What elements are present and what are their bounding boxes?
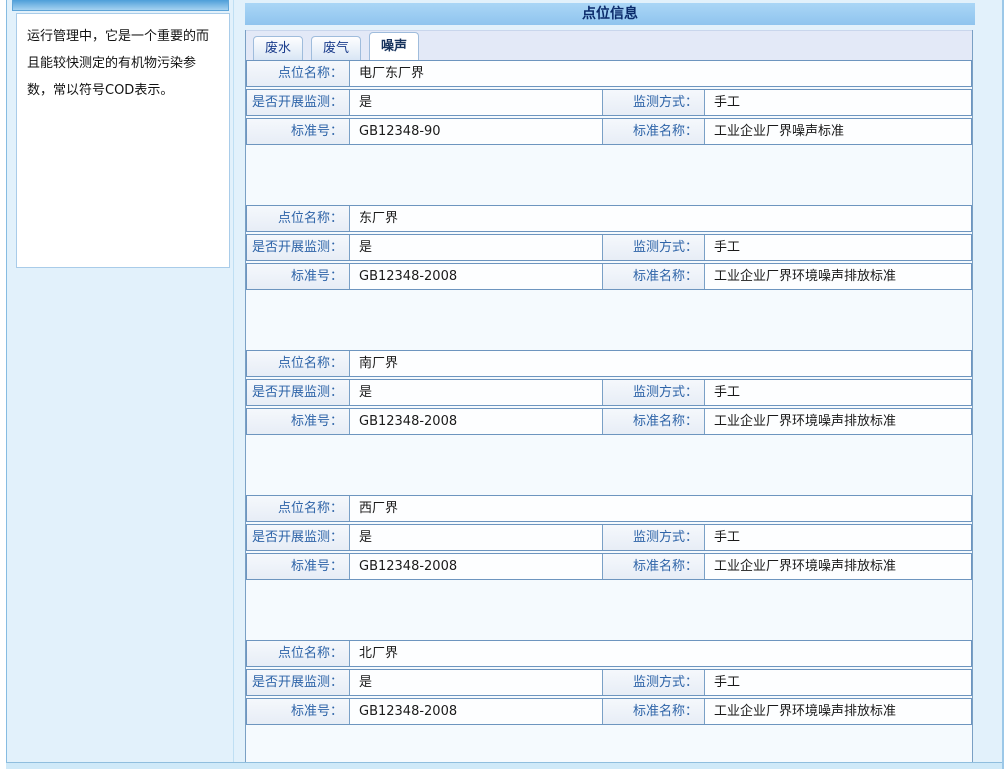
- method-value: 手工: [705, 235, 971, 260]
- point-name-label: 点位名称：: [247, 61, 350, 86]
- point-name-row: 点位名称： 南厂界: [246, 350, 972, 377]
- standard-name-value: 工业企业厂界噪声标准: [705, 119, 971, 144]
- standard-name-label: 标准名称：: [602, 554, 705, 579]
- standard-name-label: 标准名称：: [602, 699, 705, 724]
- point-block: 点位名称： 南厂界 是否开展监测： 是 监测方式： 手工 标准号： GB1234…: [246, 350, 972, 435]
- method-value: 手工: [705, 90, 971, 115]
- standard-no-value: GB12348-2008: [350, 554, 602, 579]
- point-name-label: 点位名称：: [247, 496, 350, 521]
- method-value: 手工: [705, 525, 971, 550]
- sidebar-title-strip: [12, 0, 229, 11]
- point-name-row: 点位名称： 东厂界: [246, 205, 972, 232]
- standard-no-label: 标准号：: [247, 119, 350, 144]
- point-name-value: 东厂界: [350, 206, 971, 231]
- point-name-value: 西厂界: [350, 496, 971, 521]
- monitoring-label: 是否开展监测：: [247, 525, 350, 550]
- point-name-value: 北厂界: [350, 641, 971, 666]
- frame-divider: [233, 0, 234, 762]
- monitoring-label: 是否开展监测：: [247, 380, 350, 405]
- standard-no-value: GB12348-2008: [350, 264, 602, 289]
- standard-row: 标准号： GB12348-2008 标准名称： 工业企业厂界环境噪声排放标准: [246, 698, 972, 725]
- standard-name-value: 工业企业厂界环境噪声排放标准: [705, 409, 971, 434]
- monitoring-row: 是否开展监测： 是 监测方式： 手工: [246, 234, 972, 261]
- standard-row: 标准号： GB12348-90 标准名称： 工业企业厂界噪声标准: [246, 118, 972, 145]
- point-block: 点位名称： 电厂东厂界 是否开展监测： 是 监测方式： 手工 标准号： GB12…: [246, 60, 972, 145]
- standard-row: 标准号： GB12348-2008 标准名称： 工业企业厂界环境噪声排放标准: [246, 553, 972, 580]
- standard-row: 标准号： GB12348-2008 标准名称： 工业企业厂界环境噪声排放标准: [246, 263, 972, 290]
- tab-wastegas[interactable]: 废气: [311, 36, 361, 60]
- point-name-label: 点位名称：: [247, 641, 350, 666]
- monitoring-label: 是否开展监测：: [247, 235, 350, 260]
- standard-no-label: 标准号：: [247, 409, 350, 434]
- standard-name-value: 工业企业厂界环境噪声排放标准: [705, 554, 971, 579]
- point-blocks: 点位名称： 电厂东厂界 是否开展监测： 是 监测方式： 手工 标准号： GB12…: [246, 60, 972, 725]
- monitoring-row: 是否开展监测： 是 监测方式： 手工: [246, 379, 972, 406]
- point-name-row: 点位名称： 电厂东厂界: [246, 60, 972, 87]
- page-right-border: [1002, 0, 1004, 769]
- standard-name-label: 标准名称：: [602, 409, 705, 434]
- point-name-row: 点位名称： 北厂界: [246, 640, 972, 667]
- monitoring-label: 是否开展监测：: [247, 90, 350, 115]
- standard-no-value: GB12348-2008: [350, 699, 602, 724]
- monitoring-row: 是否开展监测： 是 监测方式： 手工: [246, 524, 972, 551]
- standard-no-value: GB12348-90: [350, 119, 602, 144]
- standard-name-label: 标准名称：: [602, 264, 705, 289]
- sidebar-info-text: 运行管理中，它是一个重要的而且能较快测定的有机物污染参数，常以符号COD表示。: [27, 29, 209, 98]
- standard-no-label: 标准号：: [247, 699, 350, 724]
- point-name-value: 南厂界: [350, 351, 971, 376]
- standard-no-value: GB12348-2008: [350, 409, 602, 434]
- bottom-strip: [6, 762, 1002, 769]
- method-label: 监测方式：: [602, 670, 705, 695]
- method-label: 监测方式：: [602, 380, 705, 405]
- standard-no-label: 标准号：: [247, 554, 350, 579]
- sidebar-info-panel: 运行管理中，它是一个重要的而且能较快测定的有机物污染参数，常以符号COD表示。: [16, 13, 230, 268]
- point-block: 点位名称： 西厂界 是否开展监测： 是 监测方式： 手工 标准号： GB1234…: [246, 495, 972, 580]
- monitoring-value: 是: [350, 380, 602, 405]
- monitoring-value: 是: [350, 525, 602, 550]
- point-name-label: 点位名称：: [247, 351, 350, 376]
- standard-name-label: 标准名称：: [602, 119, 705, 144]
- method-value: 手工: [705, 670, 971, 695]
- standard-name-value: 工业企业厂界环境噪声排放标准: [705, 264, 971, 289]
- standard-name-value: 工业企业厂界环境噪声排放标准: [705, 699, 971, 724]
- monitoring-row: 是否开展监测： 是 监测方式： 手工: [246, 89, 972, 116]
- monitoring-label: 是否开展监测：: [247, 670, 350, 695]
- point-block: 点位名称： 北厂界 是否开展监测： 是 监测方式： 手工 标准号： GB1234…: [246, 640, 972, 725]
- monitoring-value: 是: [350, 90, 602, 115]
- point-name-value: 电厂东厂界: [350, 61, 971, 86]
- method-label: 监测方式：: [602, 235, 705, 260]
- point-name-row: 点位名称： 西厂界: [246, 495, 972, 522]
- standard-no-label: 标准号：: [247, 264, 350, 289]
- method-label: 监测方式：: [602, 90, 705, 115]
- point-info-panel: 废水 废气 噪声 点位名称： 电厂东厂界 是否开展监测： 是 监测方式： 手工 …: [245, 30, 973, 762]
- method-label: 监测方式：: [602, 525, 705, 550]
- monitoring-row: 是否开展监测： 是 监测方式： 手工: [246, 669, 972, 696]
- tab-noise[interactable]: 噪声: [369, 32, 419, 60]
- monitoring-value: 是: [350, 670, 602, 695]
- monitoring-value: 是: [350, 235, 602, 260]
- tab-bar: 废水 废气 噪声: [246, 30, 972, 60]
- method-value: 手工: [705, 380, 971, 405]
- panel-title: 点位信息: [245, 3, 975, 25]
- standard-row: 标准号： GB12348-2008 标准名称： 工业企业厂界环境噪声排放标准: [246, 408, 972, 435]
- page-root: 运行管理中，它是一个重要的而且能较快测定的有机物污染参数，常以符号COD表示。 …: [0, 0, 1005, 769]
- point-name-label: 点位名称：: [247, 206, 350, 231]
- point-block: 点位名称： 东厂界 是否开展监测： 是 监测方式： 手工 标准号： GB1234…: [246, 205, 972, 290]
- tab-wastewater[interactable]: 废水: [253, 36, 303, 60]
